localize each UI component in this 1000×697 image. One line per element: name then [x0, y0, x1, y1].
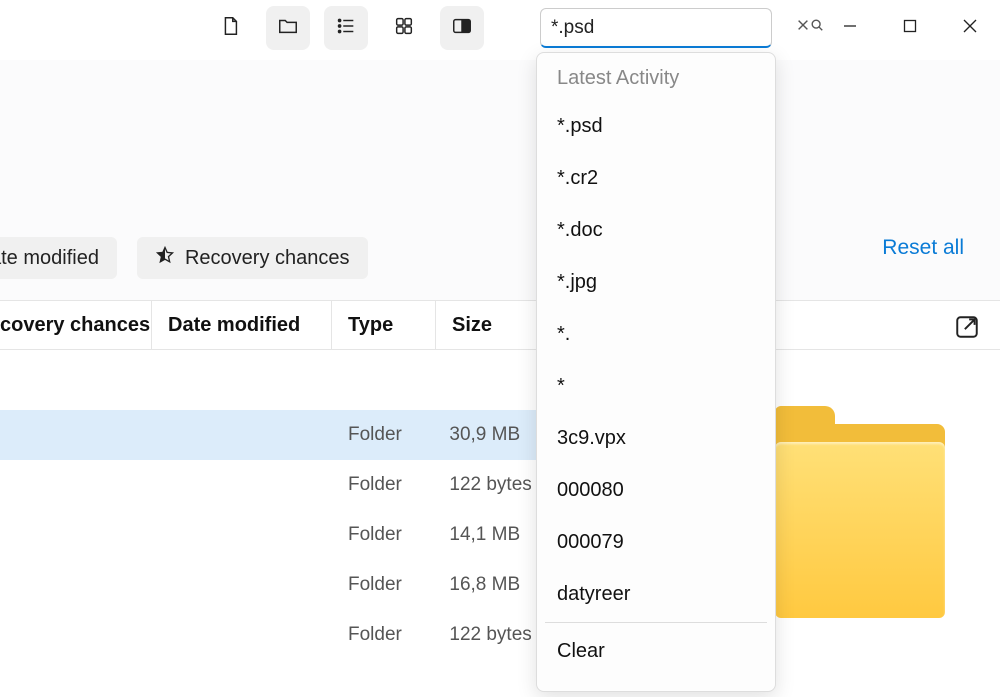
dropdown-item[interactable]: *.: [537, 308, 775, 360]
panel-view-button[interactable]: [440, 6, 484, 50]
cell-type: Folder: [332, 424, 433, 446]
window-close-button[interactable]: [940, 0, 1000, 56]
table-row[interactable]: Folder 122 bytes: [0, 460, 560, 510]
star-half-icon: [155, 245, 175, 271]
folder-view-button[interactable]: [266, 6, 310, 50]
table-row[interactable]: Folder 122 bytes: [0, 610, 560, 660]
open-external-icon: [954, 327, 980, 344]
table-row[interactable]: Folder 16,8 MB: [0, 560, 560, 610]
folder-icon: [277, 15, 299, 42]
table-header: covery chances Date modified Type Size: [0, 300, 1000, 350]
cell-type: Folder: [332, 474, 433, 496]
column-date-modified[interactable]: Date modified: [152, 301, 332, 349]
filter-date-modified[interactable]: ate modified: [0, 237, 117, 279]
window-minimize-button[interactable]: [820, 0, 880, 56]
dropdown-item[interactable]: *.cr2: [537, 152, 775, 204]
filter-label: ate modified: [0, 247, 99, 270]
grid-icon: [393, 15, 415, 42]
search-clear-button[interactable]: [796, 16, 810, 40]
dropdown-item[interactable]: 000079: [537, 516, 775, 568]
column-type[interactable]: Type: [332, 301, 436, 349]
table-row[interactable]: Folder 30,9 MB: [0, 410, 560, 460]
table-row[interactable]: Folder 14,1 MB: [0, 510, 560, 560]
open-external-button[interactable]: [954, 314, 982, 342]
column-recovery-chances[interactable]: covery chances: [0, 301, 152, 349]
reset-all-link[interactable]: Reset all: [882, 236, 964, 260]
cell-type: Folder: [332, 524, 433, 546]
dropdown-item[interactable]: 000080: [537, 464, 775, 516]
file-icon: [219, 15, 241, 42]
table-rows: Folder 30,9 MB Folder 122 bytes Folder 1…: [0, 410, 560, 660]
cell-type: Folder: [332, 624, 433, 646]
dropdown-item[interactable]: 3c9.vpx: [537, 412, 775, 464]
search-suggestions-dropdown: Latest Activity *.psd *.cr2 *.doc *.jpg …: [536, 52, 776, 692]
dropdown-item[interactable]: *: [537, 360, 775, 412]
filter-label: Recovery chances: [185, 247, 350, 270]
list-icon: [335, 15, 357, 42]
maximize-icon: [902, 18, 918, 39]
preview-folder-icon: [775, 424, 945, 619]
search-box[interactable]: [540, 8, 772, 48]
dropdown-separator: [545, 622, 767, 623]
window-maximize-button[interactable]: [880, 0, 940, 56]
close-icon: [962, 18, 978, 39]
filter-recovery-chances[interactable]: Recovery chances: [137, 237, 368, 279]
cell-type: Folder: [332, 574, 433, 596]
list-view-button[interactable]: [324, 6, 368, 50]
search-input[interactable]: [551, 17, 796, 39]
dropdown-item[interactable]: *.jpg: [537, 256, 775, 308]
x-icon: [796, 18, 810, 37]
dropdown-clear[interactable]: Clear: [537, 625, 775, 677]
panel-icon: [451, 15, 473, 42]
dropdown-item[interactable]: *.doc: [537, 204, 775, 256]
grid-view-button[interactable]: [382, 6, 426, 50]
minimize-icon: [842, 18, 858, 39]
dropdown-header: Latest Activity: [537, 67, 775, 100]
dropdown-item[interactable]: datyreer: [537, 568, 775, 620]
file-view-button[interactable]: [208, 6, 252, 50]
dropdown-item[interactable]: *.psd: [537, 100, 775, 152]
